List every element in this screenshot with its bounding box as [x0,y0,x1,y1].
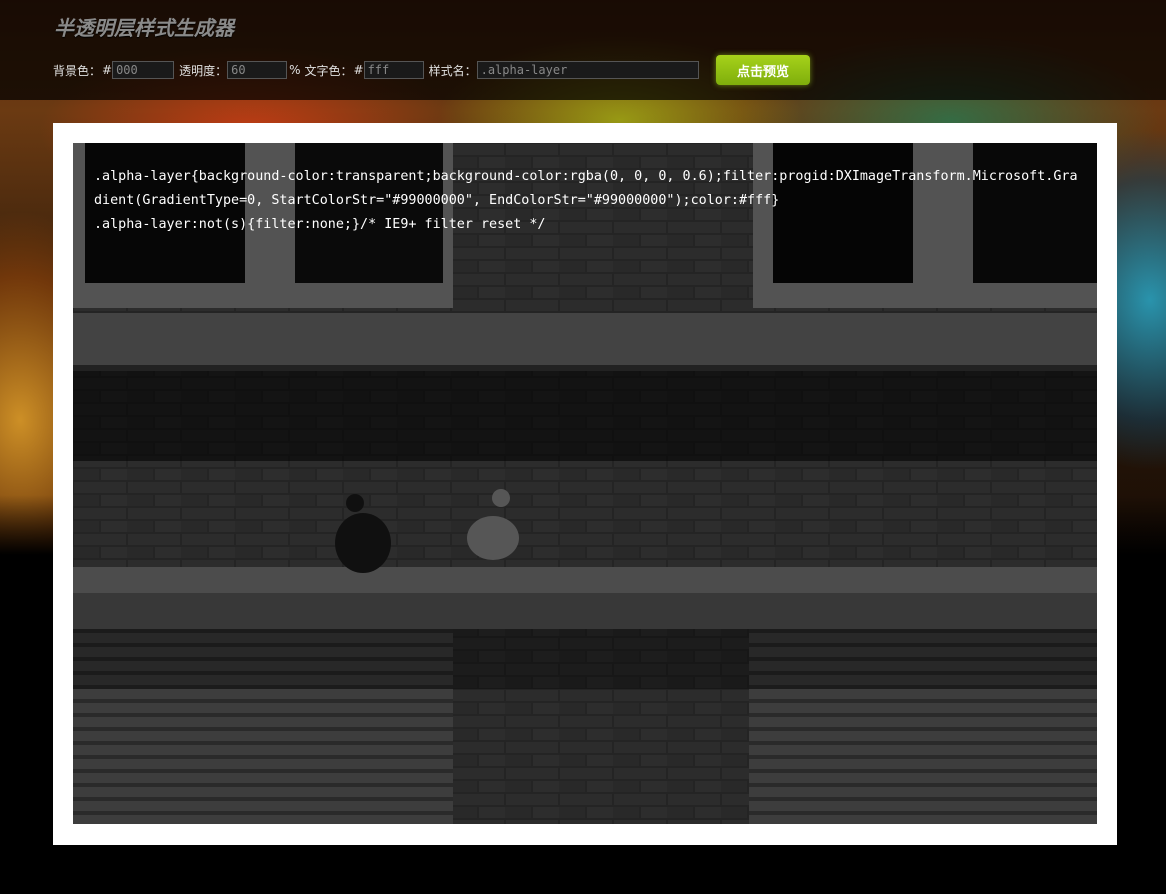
bg-color-input[interactable] [112,61,175,79]
preview-photo: .alpha-layer{background-color:transparen… [73,143,1097,824]
class-name-input[interactable] [476,61,699,79]
font-color-input[interactable] [363,61,424,79]
alpha-layer-overlay: .alpha-layer{background-color:transparen… [73,143,1097,824]
alpha-input[interactable] [227,61,288,79]
css-reset-line: .alpha-layer:not(s){filter:none;}/* IE9+… [94,217,546,232]
alpha-label: 透明度： [179,63,228,78]
preview-panel: .alpha-layer{background-color:transparen… [53,123,1117,845]
alpha-percent: % [289,63,301,77]
page-title: 半透明层样式生成器 [54,16,234,40]
css-rule-line: .alpha-layer{background-color:transparen… [94,169,1078,208]
bg-color-hash: # [102,63,113,77]
font-color-hash: # [353,63,364,77]
class-name-label: 样式名： [428,63,477,78]
font-color-label: 文字色： [304,63,353,78]
preview-button[interactable]: 点击预览 [716,55,810,85]
generated-css-code: .alpha-layer{background-color:transparen… [94,165,1080,237]
settings-form: 背景色： # 透明度： % 文字色： # 样式名： [53,60,699,80]
header: 半透明层样式生成器 背景色： # 透明度： % 文字色： # 样式名： 点击预览 [0,0,1166,100]
bg-color-label: 背景色： [53,63,102,78]
